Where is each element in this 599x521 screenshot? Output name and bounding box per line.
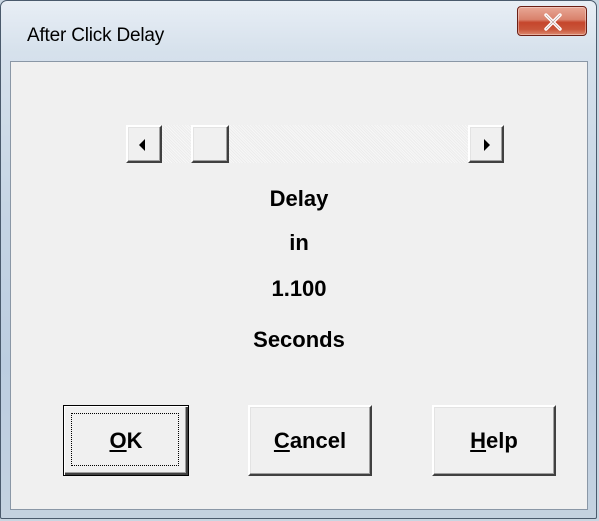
ok-button-label: OK xyxy=(109,427,143,453)
delay-label: Delay xyxy=(269,186,329,211)
scroll-left-button[interactable] xyxy=(126,125,162,163)
delay-scrollbar[interactable] xyxy=(126,125,504,163)
arrow-right-icon xyxy=(484,139,490,151)
help-button-label: Help xyxy=(470,427,518,453)
scroll-thumb[interactable] xyxy=(191,125,229,163)
cancel-button-label: Cancel xyxy=(273,427,347,453)
close-x-icon xyxy=(544,13,562,31)
arrow-left-icon xyxy=(139,139,145,151)
help-button[interactable]: Help xyxy=(432,405,556,476)
delay-value: 1.100 xyxy=(271,276,327,301)
title-bar[interactable]: After Click Delay xyxy=(1,1,596,59)
close-button[interactable] xyxy=(517,6,587,36)
window-title: After Click Delay xyxy=(27,25,165,46)
dialog-window: After Click Delay Delay in 1.100 Seconds… xyxy=(0,0,597,519)
scroll-right-button[interactable] xyxy=(468,125,504,163)
in-label: in xyxy=(289,230,309,255)
cancel-button[interactable]: Cancel xyxy=(248,405,372,476)
dialog-client-area: Delay in 1.100 Seconds OK Cancel Help xyxy=(10,61,588,510)
seconds-label: Seconds xyxy=(253,327,345,352)
ok-button[interactable]: OK xyxy=(63,405,189,476)
